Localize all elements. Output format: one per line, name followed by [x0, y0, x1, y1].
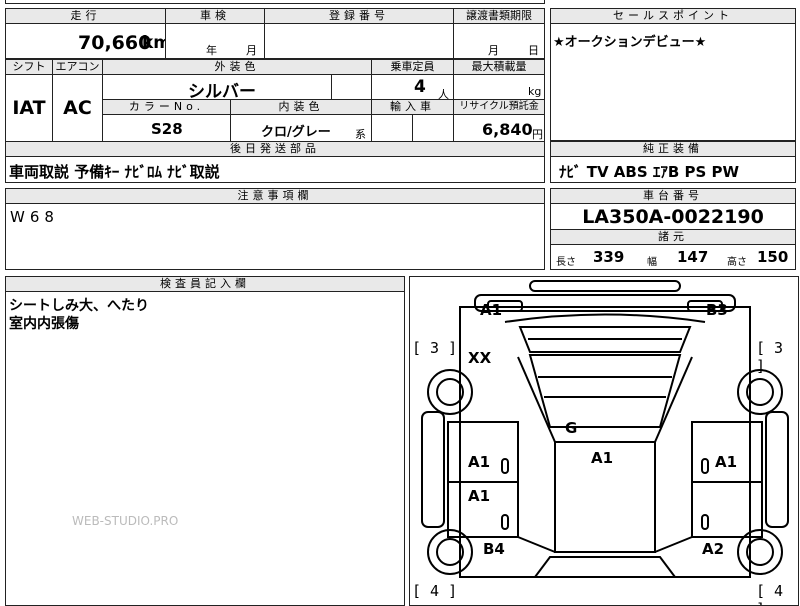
shift-cell: IAT: [5, 74, 53, 142]
mark-front-right: B3: [706, 301, 728, 319]
color-no-header: カラーNo.: [102, 99, 231, 115]
parts-cell: 車両取説 予備ｷｰ ﾅﾋﾞﾛﾑ ﾅﾋﾞ取説: [5, 156, 545, 183]
mark-right-door: A1: [715, 453, 738, 471]
bracket-right-front: [ 3 ]: [756, 339, 784, 375]
length-label: 長さ: [556, 257, 576, 268]
chassis-cell: LA350A-0022190: [550, 203, 796, 230]
recycle-unit: 円: [532, 128, 543, 141]
height-label: 高さ: [727, 257, 747, 268]
equipment-text: ﾅﾋﾞ TV ABS ｴｱB PS PW: [559, 163, 740, 181]
car-outline: [421, 280, 789, 578]
sales-point-header: セールスポイント: [550, 8, 796, 24]
shift-header: シフト: [5, 59, 53, 75]
width-label: 幅: [647, 257, 657, 268]
registration-header: 登録番号: [264, 8, 454, 24]
interior-cell: クロ/グレー 系: [230, 114, 372, 142]
sales-point-text: ★オークションデビュー★: [553, 35, 707, 50]
inspection-header: 車検: [165, 8, 265, 24]
bracket-left-rear: [ 4 ]: [412, 582, 458, 600]
inspector-header: 検査員記入欄: [5, 276, 405, 292]
transfer-header: 譲渡書類期限: [453, 8, 545, 24]
notes-cell: W68: [5, 203, 545, 270]
inspection-month-label: 月: [246, 44, 257, 57]
interior-value: クロ/グレー: [261, 125, 331, 140]
recycle-cell: 6,840 円: [453, 114, 545, 142]
parts-text: 車両取説 予備ｷｰ ﾅﾋﾞﾛﾑ ﾅﾋﾞ取説: [9, 163, 220, 181]
equipment-header: 純正装備: [550, 141, 796, 157]
capacity-header: 乗車定員: [371, 59, 454, 75]
equipment-cell: ﾅﾋﾞ TV ABS ｴｱB PS PW: [550, 156, 796, 183]
width-value: 147: [677, 248, 709, 266]
import-cell-right: [412, 114, 454, 142]
parts-header: 後日発送部品: [5, 141, 545, 157]
bracket-left-front: [ 3 ]: [412, 339, 458, 357]
ac-value: AC: [63, 97, 92, 119]
import-header: 輸入車: [371, 99, 454, 115]
dims-cell: 長さ 339 幅 147 高さ 150: [550, 244, 796, 270]
ac-cell: AC: [52, 74, 103, 142]
capacity-value: 4: [414, 77, 426, 97]
chassis-header: 車台番号: [550, 188, 796, 204]
color-no-value: S28: [151, 120, 183, 138]
mark-right-rear: A2: [702, 540, 725, 558]
recycle-value: 6,840: [482, 120, 533, 139]
mark-roof: A1: [591, 449, 614, 467]
mark-left-rear: B4: [483, 540, 505, 558]
height-value: 150: [757, 248, 789, 266]
notes-text: W68: [10, 208, 59, 226]
load-cell: kg: [453, 74, 545, 100]
sales-point-cell: ★オークションデビュー★: [550, 23, 796, 141]
inspector-line-1: シートしみ大、へたり: [9, 298, 149, 314]
capacity-cell: 4 人: [371, 74, 454, 101]
exterior-header: 外装色: [102, 59, 372, 75]
mark-glass: G: [565, 419, 578, 437]
transfer-cell: 月 日: [453, 23, 545, 59]
inspection-cell: 年 月: [165, 23, 265, 59]
registration-cell: [264, 23, 454, 59]
mark-xx: XX: [468, 349, 492, 367]
interior-suffix: 系: [355, 128, 366, 141]
load-header: 最大積載量: [453, 59, 545, 75]
top-cutoff-row: [5, 0, 545, 4]
load-unit: kg: [528, 85, 542, 98]
interior-header: 内装色: [230, 99, 372, 115]
inspector-cell: シートしみ大、へたり 室内内張傷 WEB-STUDIO.PRO: [5, 291, 405, 606]
bracket-right-rear: [ 4 ]: [756, 582, 784, 605]
mark-left-door-front: A1: [468, 453, 491, 471]
watermark: WEB-STUDIO.PRO: [72, 514, 179, 528]
mark-left-door-rear: A1: [468, 487, 491, 505]
mileage-cell: 70,660 km: [5, 23, 171, 59]
transfer-month-label: 月: [488, 44, 499, 57]
recycle-header: リサイクル預託金: [453, 99, 545, 115]
exterior-extra-cell: [331, 74, 372, 100]
inspection-year-label: 年: [206, 44, 217, 57]
color-no-cell: S28: [102, 114, 231, 142]
ac-header: エアコン: [52, 59, 103, 75]
chassis-value: LA350A-0022190: [582, 205, 764, 228]
exterior-cell: シルバー: [102, 74, 332, 102]
import-cell-left: [371, 114, 413, 142]
mark-front-left: A1: [480, 301, 503, 319]
mileage-value: 70,660: [78, 32, 152, 54]
car-diagram: A1 B3 [ 3 ] [ 3 ] XX G A1 A1 A1 A1 B4 A2…: [409, 276, 799, 606]
notes-header: 注意事項欄: [5, 188, 545, 204]
length-value: 339: [593, 248, 625, 266]
shift-value: IAT: [12, 97, 46, 119]
transfer-day-label: 日: [528, 44, 539, 57]
mileage-header: 走行: [5, 8, 166, 24]
inspector-line-2: 室内内張傷: [9, 316, 79, 332]
dims-header: 諸元: [550, 229, 796, 245]
